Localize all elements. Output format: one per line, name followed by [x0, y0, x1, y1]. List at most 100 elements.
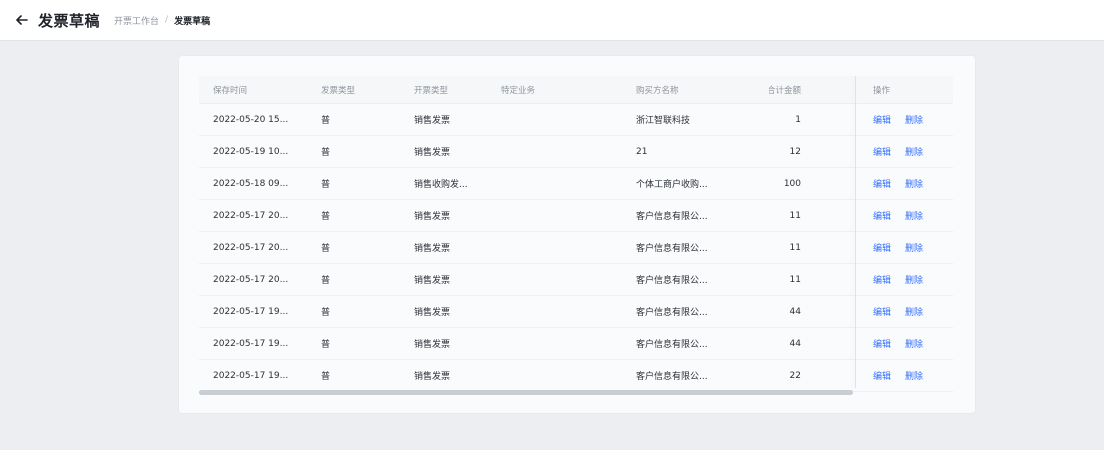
cell-invoice-type: 普 [321, 308, 331, 318]
table-row: 2022-05-20 15... 普 销售发票 浙江智联科技 1 编辑 删除 [199, 104, 953, 136]
scrollbar-thumb[interactable] [199, 390, 853, 395]
cell-issue-type: 销售发票 [414, 148, 451, 158]
cell-save-time: 2022-05-17 20... [213, 274, 289, 285]
cell-invoice-type: 普 [321, 180, 331, 190]
cell-save-time: 2022-05-17 20... [213, 210, 289, 221]
cell-actions: 编辑 删除 [873, 104, 953, 135]
column-header-special-business: 特定业务 [501, 85, 536, 96]
cell-buyer-name: 客户信息有限公... [636, 308, 708, 318]
delete-link[interactable]: 删除 [905, 241, 923, 254]
column-header-invoice-type: 发票类型 [321, 85, 356, 96]
cell-buyer-name: 客户信息有限公... [636, 340, 708, 350]
cell-buyer-name: 客户信息有限公... [636, 212, 708, 222]
cell-save-time: 2022-05-17 19... [213, 306, 289, 317]
breadcrumb: 开票工作台 / 发票草稿 [114, 14, 210, 27]
cell-invoice-type: 普 [321, 116, 331, 126]
cell-actions: 编辑 删除 [873, 232, 953, 263]
edit-link[interactable]: 编辑 [873, 209, 891, 222]
cell-special-business [501, 200, 621, 231]
cell-issue-type: 销售发票 [414, 244, 451, 254]
delete-link[interactable]: 删除 [905, 305, 923, 318]
delete-link[interactable]: 删除 [905, 337, 923, 350]
cell-buyer-name: 浙江智联科技 [636, 116, 691, 126]
top-bar: 发票草稿 开票工作台 / 发票草稿 [0, 0, 1104, 41]
breadcrumb-separator: / [165, 15, 169, 25]
column-header-buyer-name: 购买方名称 [636, 85, 679, 96]
cell-issue-type: 销售发票 [414, 116, 451, 126]
cell-invoice-type: 普 [321, 276, 331, 286]
cell-total-amount: 11 [789, 274, 801, 285]
breadcrumb-item-workbench[interactable]: 开票工作台 [114, 14, 159, 27]
cell-total-amount: 22 [789, 370, 801, 381]
cell-special-business [501, 168, 621, 199]
cell-buyer-name: 客户信息有限公... [636, 244, 708, 254]
cell-actions: 编辑 删除 [873, 200, 953, 231]
edit-link[interactable]: 编辑 [873, 241, 891, 254]
table-row: 2022-05-17 19... 普 销售发票 客户信息有限公... 22 编辑 删除 [199, 360, 953, 392]
edit-link[interactable]: 编辑 [873, 177, 891, 190]
table-row: 2022-05-17 19... 普 销售发票 客户信息有限公... 44 编辑 删除 [199, 328, 953, 360]
cell-save-time: 2022-05-19 10... [213, 146, 289, 157]
cell-special-business [501, 296, 621, 327]
fixed-column-divider [855, 76, 856, 388]
cell-total-amount: 11 [789, 242, 801, 253]
column-header-actions: 操作 [873, 85, 891, 96]
arrow-left-icon[interactable] [14, 12, 30, 28]
cell-special-business [501, 360, 621, 391]
page-title: 发票草稿 [38, 11, 101, 30]
delete-link[interactable]: 删除 [905, 369, 923, 382]
edit-link[interactable]: 编辑 [873, 305, 891, 318]
cell-special-business [501, 264, 621, 295]
table-row: 2022-05-17 19... 普 销售发票 客户信息有限公... 44 编辑 删除 [199, 296, 953, 328]
delete-link[interactable]: 删除 [905, 209, 923, 222]
cell-special-business [501, 136, 621, 167]
cell-total-amount: 44 [789, 306, 801, 317]
column-header-total-amount: 合计金额 [769, 85, 801, 96]
cell-buyer-name: 21 [636, 146, 648, 157]
edit-link[interactable]: 编辑 [873, 113, 891, 126]
cell-buyer-name: 个体工商户收购... [636, 180, 708, 190]
table-row: 2022-05-17 20... 普 销售发票 客户信息有限公... 11 编辑 删除 [199, 264, 953, 296]
cell-issue-type: 销售发票 [414, 212, 451, 222]
edit-link[interactable]: 编辑 [873, 273, 891, 286]
cell-save-time: 2022-05-17 20... [213, 242, 289, 253]
delete-link[interactable]: 删除 [905, 113, 923, 126]
cell-actions: 编辑 删除 [873, 360, 953, 391]
cell-special-business [501, 328, 621, 359]
content-card: 保存时间 发票类型 开票类型 特定业务 购买方名称 合计金额 操作 2022-0… [178, 55, 976, 414]
cell-save-time: 2022-05-20 15... [213, 114, 289, 125]
breadcrumb-item-current: 发票草稿 [174, 16, 211, 27]
table-row: 2022-05-19 10... 普 销售发票 21 12 编辑 删除 [199, 136, 953, 168]
cell-special-business [501, 232, 621, 263]
cell-issue-type: 销售发票 [414, 276, 451, 286]
cell-save-time: 2022-05-17 19... [213, 370, 289, 381]
cell-total-amount: 1 [795, 114, 801, 125]
cell-issue-type: 销售发票 [414, 308, 451, 318]
delete-link[interactable]: 删除 [905, 273, 923, 286]
table-row: 2022-05-17 20... 普 销售发票 客户信息有限公... 11 编辑 删除 [199, 200, 953, 232]
cell-invoice-type: 普 [321, 244, 331, 254]
cell-total-amount: 44 [789, 338, 801, 349]
edit-link[interactable]: 编辑 [873, 337, 891, 350]
edit-link[interactable]: 编辑 [873, 369, 891, 382]
cell-buyer-name: 客户信息有限公... [636, 276, 708, 286]
table-row: 2022-05-18 09... 普 销售收购发... 个体工商户收购... 100 编辑… [199, 168, 953, 200]
delete-link[interactable]: 删除 [905, 145, 923, 158]
cell-total-amount: 100 [783, 178, 801, 189]
cell-total-amount: 12 [789, 146, 801, 157]
edit-link[interactable]: 编辑 [873, 145, 891, 158]
cell-buyer-name: 客户信息有限公... [636, 372, 708, 382]
cell-save-time: 2022-05-18 09... [213, 178, 289, 189]
cell-save-time: 2022-05-17 19... [213, 338, 289, 349]
cell-invoice-type: 普 [321, 212, 331, 222]
delete-link[interactable]: 删除 [905, 177, 923, 190]
cell-invoice-type: 普 [321, 340, 331, 350]
cell-issue-type: 销售发票 [414, 340, 451, 350]
cell-actions: 编辑 删除 [873, 264, 953, 295]
cell-actions: 编辑 删除 [873, 136, 953, 167]
cell-invoice-type: 普 [321, 372, 331, 382]
cell-actions: 编辑 删除 [873, 296, 953, 327]
cell-issue-type: 销售发票 [414, 372, 451, 382]
horizontal-scrollbar[interactable] [199, 390, 853, 395]
cell-special-business [501, 104, 621, 135]
